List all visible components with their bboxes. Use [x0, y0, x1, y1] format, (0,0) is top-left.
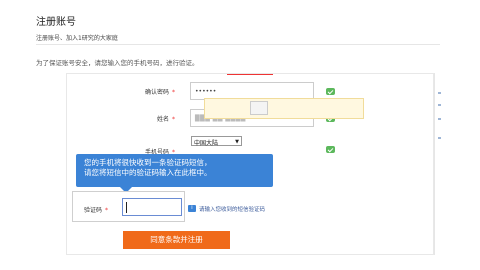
resend-code-button[interactable]	[250, 101, 268, 115]
side-marker	[438, 137, 441, 139]
error-underline	[227, 74, 273, 75]
code-info-text: 请输入您收到的短信验证码	[199, 207, 266, 213]
page-title: 注册账号	[36, 17, 76, 28]
valid-check-icon	[326, 146, 335, 153]
dropdown-arrow-icon: ▼	[235, 139, 239, 145]
info-icon: i	[188, 205, 196, 212]
required-mark: *	[172, 89, 175, 96]
tooltip-line-2: 请您将短信中的验证码输入在此框中。	[84, 168, 212, 177]
side-scroll-edge[interactable]	[434, 73, 442, 255]
side-marker	[438, 92, 441, 94]
sms-tooltip: 您的手机将很快收到一条验证码短信， 请您将短信中的验证码输入在此框中。	[76, 154, 273, 193]
code-label: 验证码	[83, 207, 102, 214]
sms-notice-box	[204, 98, 364, 119]
region-select[interactable]: 中国大陆 ▼	[191, 136, 242, 147]
tooltip-line-1: 您的手机将很快收到一条验证码短信，	[84, 158, 212, 167]
confirm-password-label: 确认密码	[144, 89, 169, 96]
region-select-value: 中国大陆	[194, 140, 219, 147]
valid-check-icon	[326, 88, 335, 95]
side-marker	[438, 104, 441, 106]
agree-register-button[interactable]: 同意条款并注册	[123, 231, 230, 249]
page-subtitle: 注册账号、加入1研究的大家庭	[36, 35, 118, 42]
name-label: 姓名	[156, 116, 169, 123]
header-divider	[36, 44, 440, 45]
verification-code-input[interactable]	[122, 198, 182, 216]
required-mark: *	[105, 207, 108, 214]
required-mark: *	[172, 116, 175, 123]
verification-hint: 为了保证账号安全，请您输入您的手机号码，进行验证。	[36, 59, 199, 67]
side-marker	[438, 118, 441, 120]
